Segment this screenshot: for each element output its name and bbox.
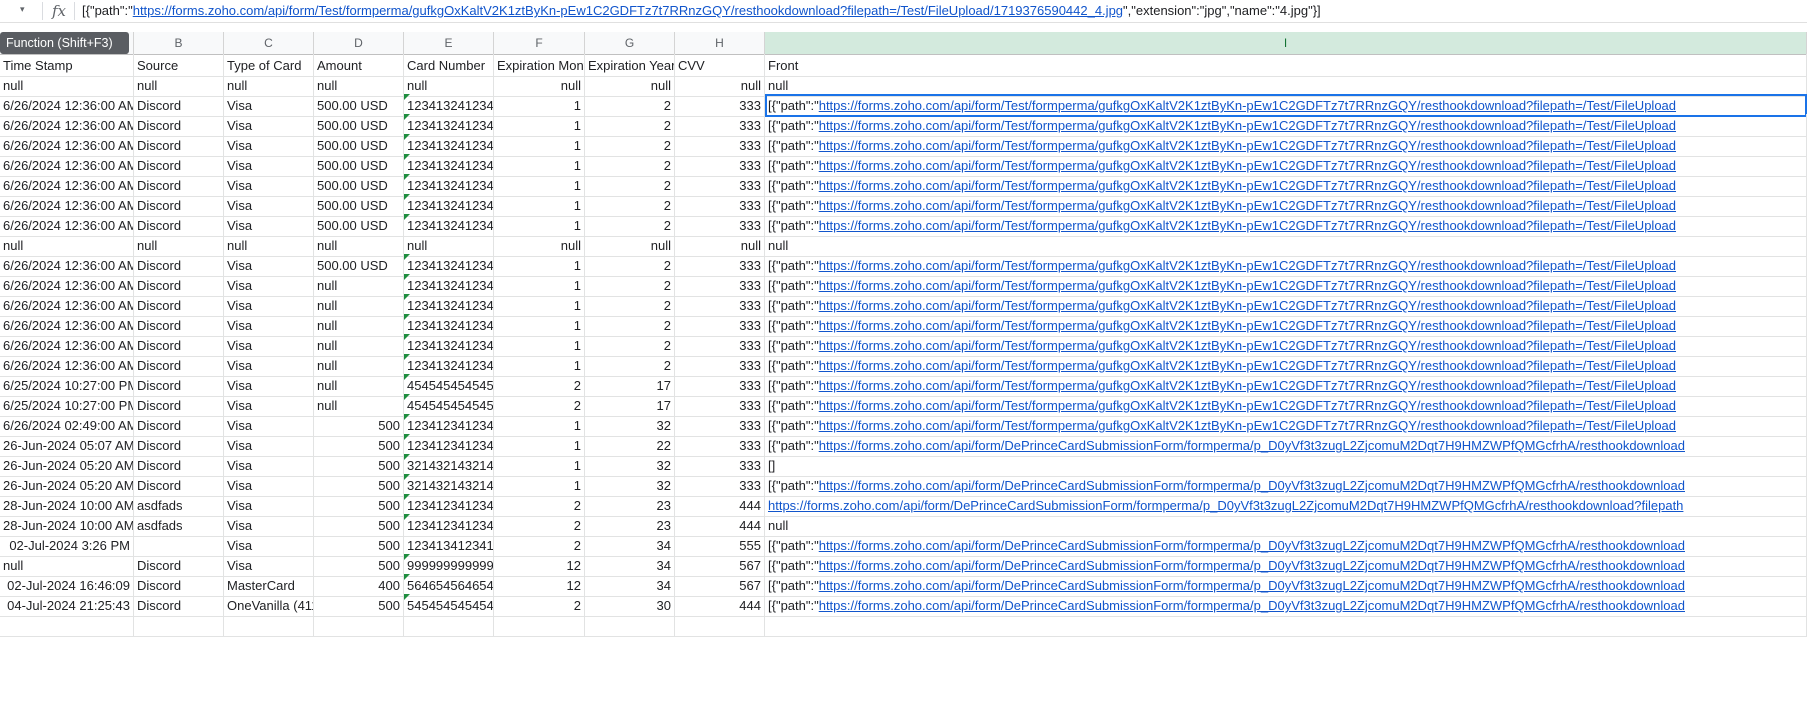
cell-link[interactable]: https://forms.zoho.com/api/form/Test/for… [819,138,1676,153]
table-cell[interactable] [134,614,224,637]
cell-text: [{"path":" [768,578,819,593]
cell-text: [{"path":" [768,558,819,573]
table-row [0,614,1807,637]
cell-text: [{"path":" [768,258,819,273]
cell-link[interactable]: https://forms.zoho.com/api/form/Test/for… [819,318,1676,333]
cell-text: [{"path":" [768,278,819,293]
table-cell[interactable] [404,614,494,637]
column-header-row: BCDEFGHI [0,32,1807,55]
table-cell[interactable] [585,614,675,637]
cell-text: [{"path":" [768,438,819,453]
column-header-c[interactable]: C [224,32,314,54]
cell-text: [{"path":" [768,598,819,613]
function-tooltip: Function (Shift+F3) [0,32,129,54]
cell-text: [{"path":" [768,538,819,553]
cell-text: [{"path":" [768,118,819,133]
cell-text: [{"path":" [768,218,819,233]
formula-suffix: ","extension":"jpg","name":"4.jpg"}] [1123,3,1321,18]
table-cell[interactable] [224,614,314,637]
cell-text: [{"path":" [768,318,819,333]
cell-link[interactable]: https://forms.zoho.com/api/form/Test/for… [819,398,1676,413]
cell-link[interactable]: https://forms.zoho.com/api/form/Test/for… [819,418,1676,433]
cell-text: [{"path":" [768,358,819,373]
cell-text: [{"path":" [768,418,819,433]
cell-text: [{"path":" [768,178,819,193]
cell-link[interactable]: https://forms.zoho.com/api/form/DePrince… [819,538,1685,553]
cell-link[interactable]: https://forms.zoho.com/api/form/Test/for… [819,358,1676,373]
cell-text: [{"path":" [768,198,819,213]
column-header-f[interactable]: F [494,32,585,54]
cell-link[interactable]: https://forms.zoho.com/api/form/DePrince… [768,498,1683,513]
cell-link[interactable]: https://forms.zoho.com/api/form/DePrince… [819,478,1685,493]
table-cell[interactable] [494,614,585,637]
cell-link[interactable]: https://forms.zoho.com/api/form/Test/for… [819,278,1676,293]
column-header-i[interactable]: I [765,32,1807,54]
formula-prefix: [{"path":" [82,3,133,18]
cell-text: [{"path":" [768,398,819,413]
table-cell[interactable] [314,614,404,637]
table-cell[interactable] [765,614,1807,637]
formula-input[interactable]: [{"path":"https://forms.zoho.com/api/for… [82,3,1321,18]
cell-link[interactable]: https://forms.zoho.com/api/form/DePrince… [819,598,1685,613]
cell-text: [{"path":" [768,298,819,313]
column-header-e[interactable]: E [404,32,494,54]
cell-link[interactable]: https://forms.zoho.com/api/form/Test/for… [819,378,1676,393]
cell-link[interactable]: https://forms.zoho.com/api/form/Test/for… [819,218,1676,233]
column-header-d[interactable]: D [314,32,404,54]
cell-link[interactable]: https://forms.zoho.com/api/form/Test/for… [819,198,1676,213]
cell-text: [{"path":" [768,158,819,173]
cell-link[interactable]: https://forms.zoho.com/api/form/Test/for… [819,298,1676,313]
cell-text: [{"path":" [768,378,819,393]
cell-text: [{"path":" [768,98,819,113]
cell-text: [{"path":" [768,138,819,153]
formula-bar-divider [74,2,75,20]
table-cell[interactable] [0,614,134,637]
cell-text: [{"path":" [768,338,819,353]
cell-link[interactable]: https://forms.zoho.com/api/form/Test/for… [819,158,1676,173]
function-icon[interactable]: fx [52,1,66,21]
formula-bar: ▾ fx [{"path":"https://forms.zoho.com/ap… [0,0,1807,23]
cell-link[interactable]: https://forms.zoho.com/api/form/Test/for… [819,338,1676,353]
cell-text: [{"path":" [768,478,819,493]
cell-link[interactable]: https://forms.zoho.com/api/form/DePrince… [819,558,1685,573]
cell-link[interactable]: https://forms.zoho.com/api/form/Test/for… [819,118,1676,133]
name-box-dropdown-icon[interactable]: ▾ [20,4,25,15]
cell-link[interactable]: https://forms.zoho.com/api/form/DePrince… [819,438,1685,453]
cell-link[interactable]: https://forms.zoho.com/api/form/Test/for… [819,178,1676,193]
formula-link[interactable]: https://forms.zoho.com/api/form/Test/for… [133,3,1123,18]
column-header-b[interactable]: B [134,32,224,54]
cell-link[interactable]: https://forms.zoho.com/api/form/DePrince… [819,578,1685,593]
column-header-h[interactable]: H [675,32,765,54]
column-header-g[interactable]: G [585,32,675,54]
table-cell[interactable] [675,614,765,637]
formula-bar-divider [42,2,43,20]
cell-link[interactable]: https://forms.zoho.com/api/form/Test/for… [819,98,1676,113]
cell-link[interactable]: https://forms.zoho.com/api/form/Test/for… [819,258,1676,273]
